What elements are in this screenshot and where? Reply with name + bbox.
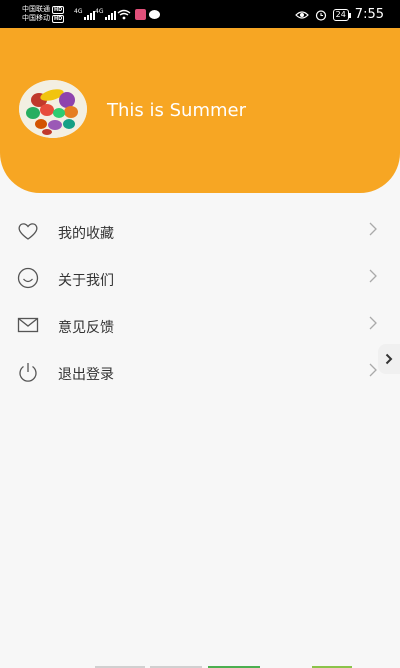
mail-icon [17, 317, 39, 333]
chevron-right-icon [369, 363, 377, 377]
menu-item-favorites[interactable]: 我的收藏 [0, 206, 400, 253]
menu-item-logout[interactable]: 退出登录 [0, 347, 400, 394]
chevron-right-icon [369, 222, 377, 236]
chat-icon [149, 10, 160, 19]
menu-item-about[interactable]: 关于我们 [0, 253, 400, 300]
menu-item-label: 我的收藏 [58, 226, 114, 242]
heart-icon [18, 223, 38, 240]
side-drawer-handle[interactable] [378, 344, 400, 374]
smile-icon [17, 267, 39, 289]
battery-indicator: 24 [332, 8, 352, 21]
wifi-icon [117, 9, 131, 20]
carrier-2-label: 中国移动 [22, 14, 50, 22]
status-time: 7:55 [354, 7, 384, 22]
carrier-1-label: 中国联通 [22, 5, 50, 13]
profile-title: This is Summer [107, 100, 246, 121]
hd-badge: HD [52, 14, 65, 23]
signal-icon: 4G [74, 8, 96, 20]
menu-item-label: 关于我们 [58, 273, 114, 289]
signal-icon: 4G [95, 8, 117, 20]
power-icon [19, 363, 37, 382]
menu-item-label: 意见反馈 [58, 320, 114, 336]
chevron-right-icon [369, 316, 377, 330]
carrier-info: 中国联通 HD 中国移动 HD [22, 5, 65, 23]
menu-list: 我的收藏 关于我们 意见反馈 退出登录 [0, 206, 400, 394]
chevron-right-icon [369, 269, 377, 283]
chevron-right-icon [385, 353, 393, 365]
notification-app-icon [135, 9, 146, 20]
hd-badge: HD [52, 5, 65, 14]
avatar[interactable] [19, 80, 87, 138]
menu-item-feedback[interactable]: 意见反馈 [0, 300, 400, 347]
fruit-basket-image [19, 80, 87, 138]
eye-icon [294, 10, 309, 19]
profile-header: This is Summer [0, 28, 400, 193]
alarm-icon [315, 9, 326, 21]
status-bar: 中国联通 HD 中国移动 HD 4G 4G 24 7:55 [0, 0, 400, 30]
menu-item-label: 退出登录 [58, 367, 114, 383]
status-right: 24 7:55 [294, 7, 384, 22]
